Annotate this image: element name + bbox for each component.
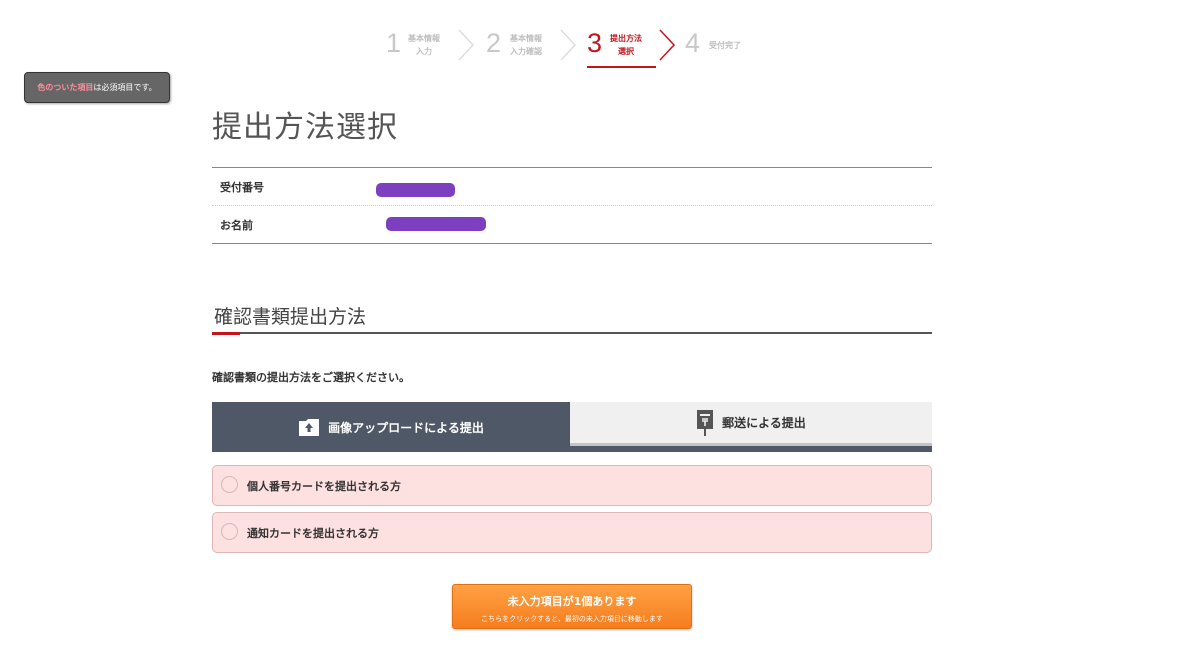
option-notification-card[interactable]: 通知カードを提出される方 — [212, 512, 932, 553]
radio-button[interactable] — [221, 476, 238, 493]
step-number: 1 — [386, 28, 402, 58]
section-divider — [212, 332, 932, 334]
tab-postal-submission[interactable]: 郵送による提出 — [570, 402, 932, 446]
chevron-right-icon — [659, 29, 676, 61]
option-my-number-card[interactable]: 個人番号カードを提出される方 — [212, 465, 932, 506]
step-2: 2 基本情報 入力確認 — [486, 24, 586, 66]
step-label: 提出方法 選択 — [610, 34, 642, 56]
submission-method-tabs: 画像アップロードによる提出 郵送による提出 — [212, 402, 932, 452]
step-number: 2 — [486, 28, 502, 58]
redacted-receipt-number — [376, 183, 455, 197]
applicant-info-table: 受付番号 お名前 — [212, 167, 932, 244]
option-label: 通知カードを提出される方 — [247, 527, 379, 540]
step-label: 基本情報 入力確認 — [510, 34, 542, 56]
receipt-number-label: 受付番号 — [220, 181, 264, 194]
step-4: 4 受付完了 — [685, 24, 765, 66]
chevron-right-icon — [458, 29, 475, 61]
step-number: 4 — [685, 28, 701, 58]
required-rest-text: は必須項目です。 — [93, 83, 157, 92]
step-label: 受付完了 — [709, 41, 741, 50]
tab-panel-strip — [212, 446, 932, 452]
step-3: 3 提出方法 選択 — [587, 24, 685, 66]
active-step-underline — [587, 66, 656, 68]
table-row: お名前 — [212, 205, 932, 243]
required-fields-note: 色のついた項目は必須項目です。 — [24, 72, 170, 103]
upload-folder-icon — [298, 418, 320, 437]
step-1: 1 基本情報 入力 — [386, 24, 486, 66]
tab-postal-label: 郵送による提出 — [722, 416, 806, 430]
instruction-text: 確認書類の提出方法をご選択ください。 — [212, 371, 410, 384]
name-label: お名前 — [220, 219, 253, 232]
section-title: 確認書類提出方法 — [214, 306, 367, 328]
chevron-right-icon — [560, 29, 577, 61]
option-label: 個人番号カードを提出される方 — [247, 480, 401, 493]
radio-button[interactable] — [221, 523, 238, 540]
step-label: 基本情報 入力 — [408, 34, 440, 56]
tab-image-upload-label: 画像アップロードによる提出 — [328, 420, 484, 435]
table-row: 受付番号 — [212, 168, 932, 205]
step-number: 3 — [587, 28, 603, 58]
postbox-icon — [696, 409, 714, 436]
missing-fields-button[interactable]: 未入力項目が1個あります こちらをクリックすると、最初の未入力項目に移動します — [452, 584, 692, 629]
page-title: 提出方法選択 — [212, 110, 398, 145]
tab-image-upload[interactable]: 画像アップロードによる提出 — [212, 402, 570, 452]
missing-fields-hint-text: こちらをクリックすると、最初の未入力項目に移動します — [481, 615, 663, 623]
required-highlight-text: 色のついた項目 — [37, 83, 94, 92]
redacted-name — [386, 217, 486, 231]
missing-fields-count-text: 未入力項目が1個あります — [507, 595, 637, 608]
section-accent-bar — [212, 332, 240, 335]
